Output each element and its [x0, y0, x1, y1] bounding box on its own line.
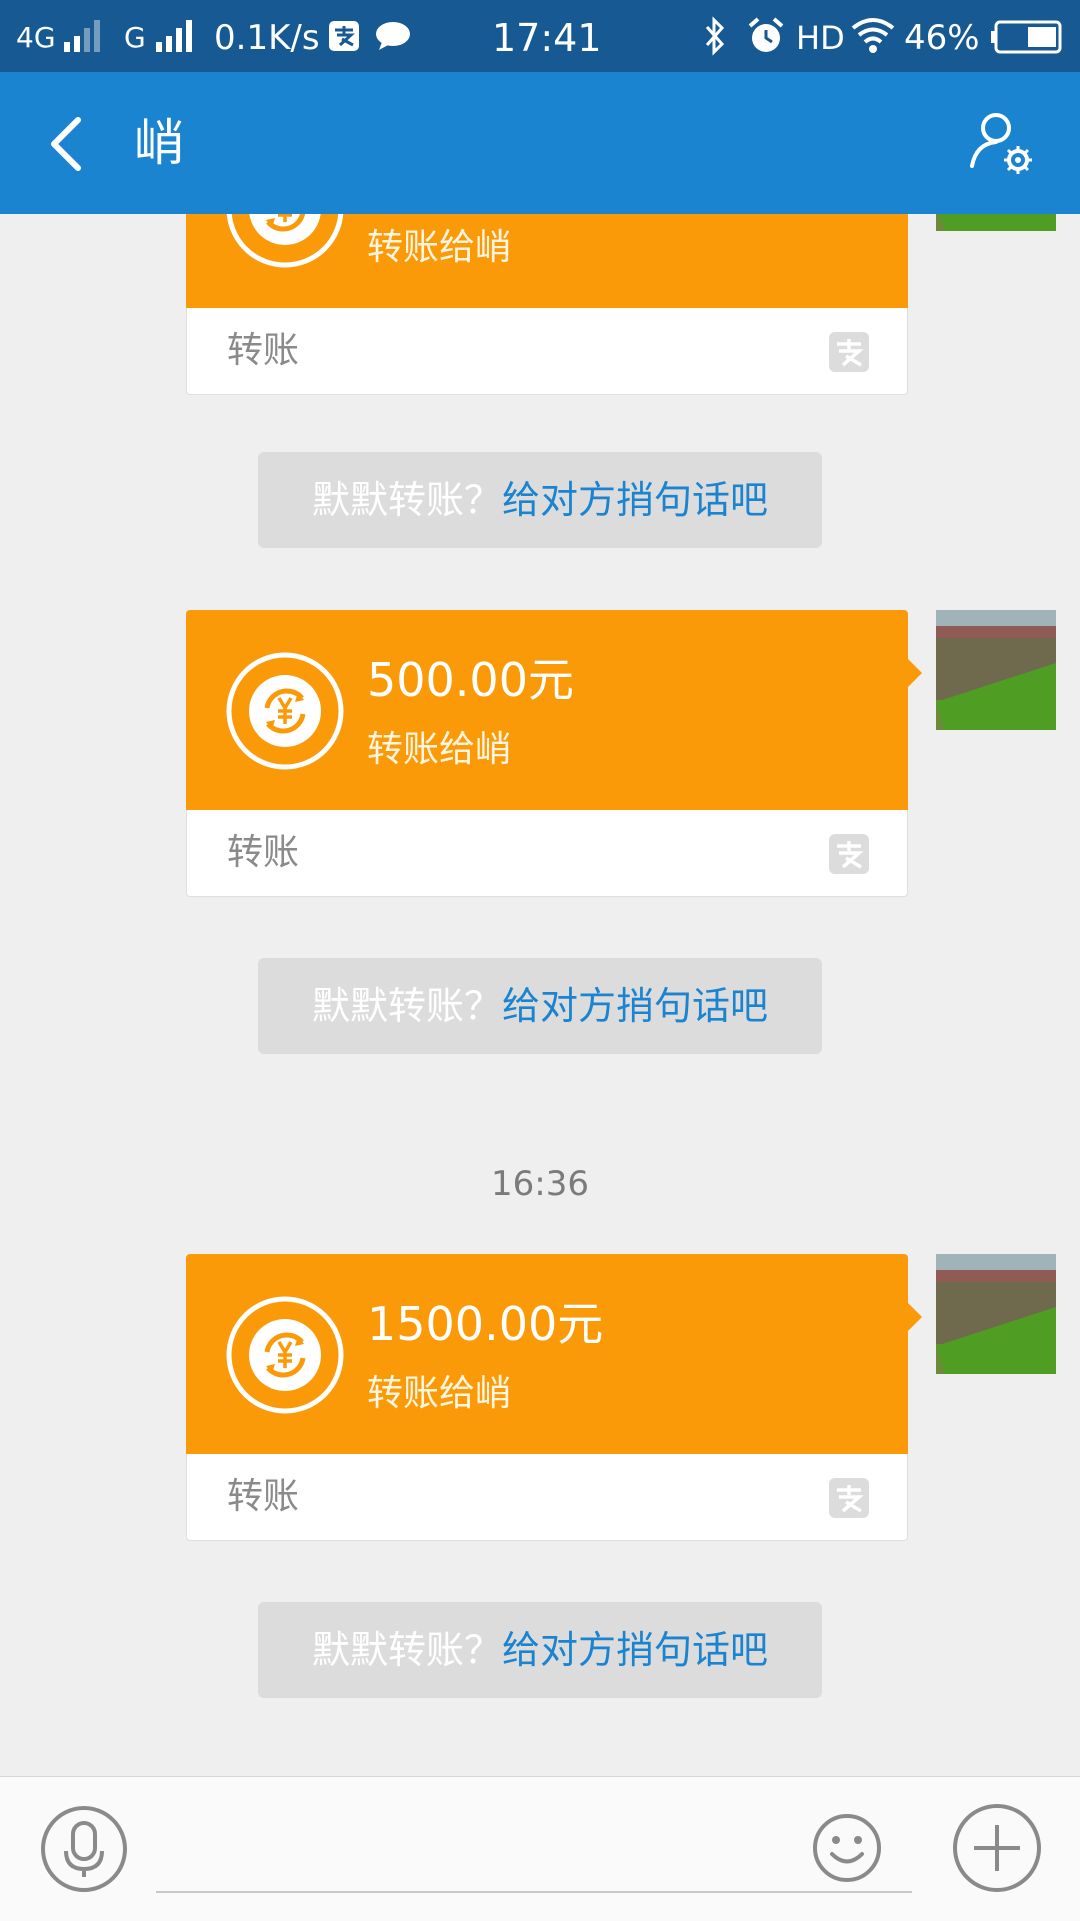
transfer-card-header: 500.00元 转账给峭: [186, 610, 908, 810]
transfer-card-footer: 转账: [186, 810, 908, 897]
network-speed: 0.1K/s: [214, 18, 320, 58]
clock: 17:41: [492, 16, 602, 60]
wifi-icon: [851, 18, 895, 53]
app-bar: 峭: [0, 72, 1080, 214]
transfer-message-card[interactable]: 500.00元 转账给峭 转账: [186, 610, 922, 897]
network-type-primary: 4G: [16, 21, 56, 54]
add-note-prompt[interactable]: 默默转账？给对方捎句话吧: [258, 958, 822, 1054]
smiley-icon[interactable]: [812, 1813, 882, 1883]
message-input-bar: [0, 1776, 1080, 1921]
network-type-secondary: G: [124, 21, 146, 54]
transfer-recipient-text: 转账给峭: [367, 227, 512, 268]
yuan-transfer-icon: [226, 1296, 344, 1414]
transfer-message-card[interactable]: 转账给峭 转账: [186, 214, 908, 395]
silent-transfer-text: 默默转账？: [311, 478, 502, 522]
signal-strength-icon-1: [64, 20, 108, 52]
transfer-card-footer: 转账: [186, 308, 908, 395]
hd-indicator: HD: [796, 19, 845, 57]
add-note-link[interactable]: 给对方捎句话吧: [502, 478, 768, 522]
message-timestamp: 16:36: [491, 1164, 589, 1204]
back-icon[interactable]: [40, 112, 100, 176]
transfer-label: 转账: [227, 1476, 300, 1517]
message-input[interactable]: [156, 1801, 912, 1893]
yuan-transfer-icon: [226, 214, 344, 268]
transfer-amount: 1500.00元: [367, 1297, 604, 1351]
chat-message-list[interactable]: 转账给峭 转账 默默转账？给对方捎句话吧 500.00元 转账给峭 转账 默默转…: [0, 214, 1080, 1776]
transfer-message-card[interactable]: 1500.00元 转账给峭 转账: [186, 1254, 922, 1541]
silent-transfer-text: 默默转账？: [311, 1628, 502, 1672]
alipay-icon: [829, 834, 869, 874]
bubble-tail: [907, 658, 922, 688]
transfer-recipient-text: 转账给峭: [367, 1373, 512, 1414]
battery-percent: 46%: [904, 18, 980, 58]
add-note-prompt[interactable]: 默默转账？给对方捎句话吧: [258, 452, 822, 548]
message-notification-icon: [376, 22, 410, 50]
transfer-card-footer: 转账: [186, 1454, 908, 1541]
sender-avatar[interactable]: [936, 610, 1056, 730]
add-note-link[interactable]: 给对方捎句话吧: [502, 1628, 768, 1672]
transfer-amount: 500.00元: [367, 653, 574, 707]
sender-avatar[interactable]: [936, 1254, 1056, 1374]
alarm-icon: [748, 17, 784, 52]
microphone-icon[interactable]: [40, 1805, 128, 1893]
transfer-label: 转账: [227, 832, 300, 873]
battery-icon: [991, 20, 1062, 54]
add-note-prompt[interactable]: 默默转账？给对方捎句话吧: [258, 1602, 822, 1698]
silent-transfer-text: 默默转账？: [311, 984, 502, 1028]
bluetooth-icon: [705, 16, 725, 56]
alipay-icon: [829, 332, 869, 372]
plus-circle-icon[interactable]: [952, 1803, 1042, 1893]
sender-avatar[interactable]: [936, 214, 1056, 231]
add-note-link[interactable]: 给对方捎句话吧: [502, 984, 768, 1028]
chat-title: 峭: [134, 114, 184, 172]
transfer-card-header: 1500.00元 转账给峭: [186, 1254, 908, 1454]
alipay-notification-icon: [329, 21, 359, 51]
transfer-card-header: 转账给峭: [186, 214, 908, 308]
transfer-label: 转账: [227, 330, 300, 371]
status-bar: 4G G 0.1K/s 17:41 HD 46%: [0, 0, 1080, 72]
bubble-tail: [907, 1302, 922, 1332]
signal-strength-icon-2: [156, 20, 200, 52]
yuan-transfer-icon: [226, 652, 344, 770]
transfer-recipient-text: 转账给峭: [367, 729, 512, 770]
alipay-icon: [829, 1478, 869, 1518]
contact-settings-icon[interactable]: [966, 108, 1036, 178]
